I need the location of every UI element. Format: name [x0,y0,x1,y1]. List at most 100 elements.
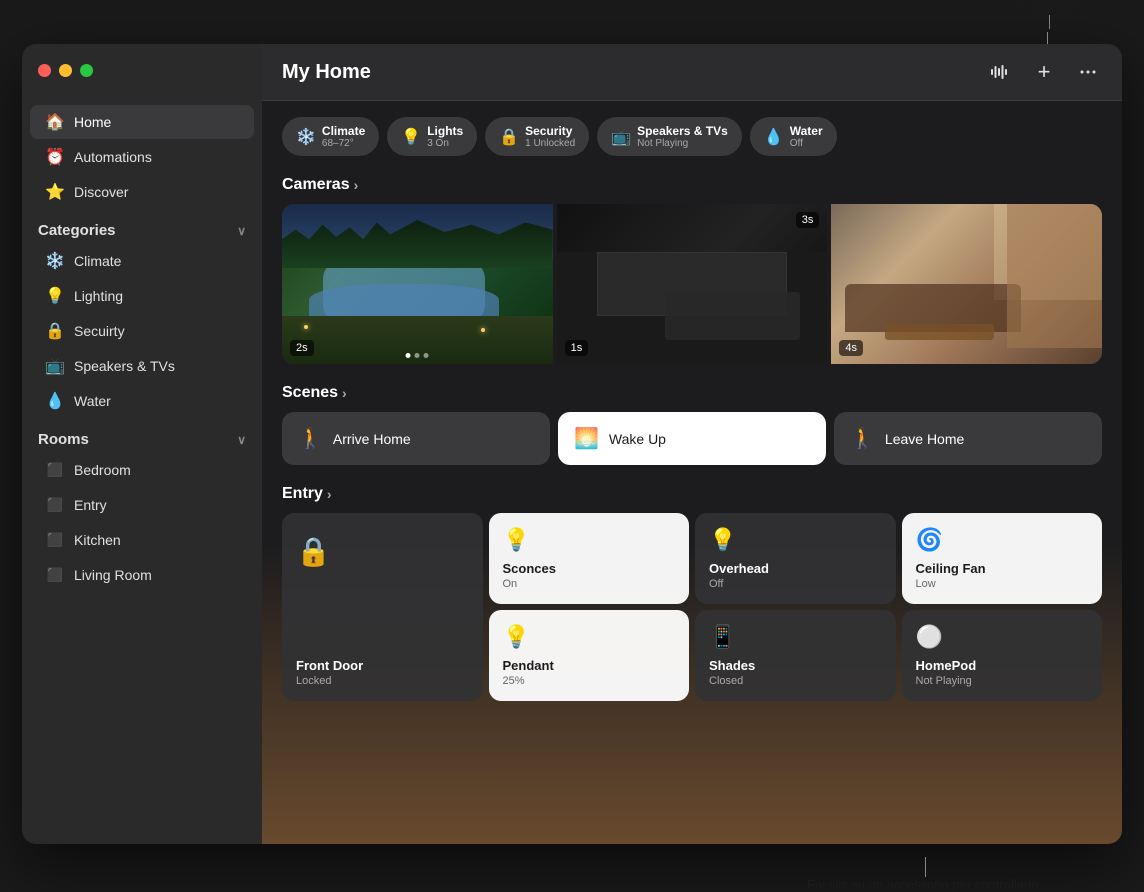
living-room-label: Living Room [74,567,152,583]
security-pill-label: Security [525,124,575,138]
speakers-pill-label: Speakers & TVs [637,124,728,138]
climate-pill-label: Climate [322,124,365,138]
device-shades[interactable]: 📱 Shades Closed [695,610,896,701]
top-callout: Categorie [1017,0,1078,15]
pill-climate[interactable]: ❄️ Climate 68–72° [282,117,379,156]
front-door-status: Locked [296,675,469,687]
cameras-section-header[interactable]: Cameras › [282,176,1102,194]
overhead-status: Off [709,578,882,590]
discover-label: Discover [74,184,128,200]
sidebar-item-speakers[interactable]: 📺 Speakers & TVs [30,349,254,383]
sidebar-item-home[interactable]: 🏠 Home [30,105,254,139]
camera-1-timestamp: 2s [290,340,314,356]
water-pill-icon: 💧 [764,127,784,147]
scenes-chevron: › [342,385,347,401]
scene-arrive-home[interactable]: 🚶 Arrive Home [282,412,550,465]
homepod-status: Not Playing [916,675,1089,687]
ceiling-fan-name: Ceiling Fan [916,561,1089,576]
camera-3-timestamp: 4s [839,340,863,356]
sidebar-item-entry[interactable]: ⬛ Entry [30,488,254,522]
homepod-icon: ⚪ [916,624,1089,650]
bedroom-label: Bedroom [74,462,131,478]
scenes-section-header[interactable]: Scenes › [282,384,1102,402]
device-front-door[interactable]: 🔒 Front Door Locked [282,513,483,701]
device-ceiling-fan[interactable]: 🌀 Ceiling Fan Low [902,513,1103,604]
discover-icon: ⭐ [46,183,64,201]
ceiling-fan-status: Low [916,578,1089,590]
water-pill-sub: Off [790,138,823,149]
sidebar-item-bedroom[interactable]: ⬛ Bedroom [30,453,254,487]
sidebar: 🏠 Home ⏰ Automations ⭐ Discover Categori… [22,44,262,844]
shades-status: Closed [709,675,882,687]
entry-label: Entry [74,497,107,513]
device-overhead[interactable]: 💡 Overhead Off [695,513,896,604]
top-callout-line [1047,32,1048,44]
waveform-button[interactable] [986,58,1014,86]
entry-grid: 🔒 Front Door Locked 💡 Sconces On [282,513,1102,701]
shades-name: Shades [709,658,882,673]
rooms-section-header[interactable]: Rooms ∨ [22,419,262,452]
categories-chevron: ∨ [237,224,246,238]
security-icon: 🔒 [46,322,64,340]
waveform-icon [990,62,1010,82]
pill-security[interactable]: 🔒 Security 1 Unlocked [485,117,589,156]
pendant-status: 25% [503,675,676,687]
categories-label: Categories [38,222,116,239]
sconces-icon: 💡 [503,527,676,553]
device-sconces[interactable]: 💡 Sconces On [489,513,690,604]
sidebar-item-water[interactable]: 💧 Water [30,384,254,418]
scenes-row: 🚶 Arrive Home 🌅 Wake Up 🚶 Leave Home [282,412,1102,465]
cameras-grid: 2s [282,204,1102,364]
device-homepod[interactable]: ⚪ HomePod Not Playing [902,610,1103,701]
pill-speakers[interactable]: 📺 Speakers & TVs Not Playing [597,117,742,156]
sidebar-item-living-room[interactable]: ⬛ Living Room [30,558,254,592]
speakers-pill-sub: Not Playing [637,138,728,149]
sconces-status: On [503,578,676,590]
camera-3[interactable]: 4s [831,204,1102,364]
arrive-home-label: Arrive Home [333,431,411,447]
entry-section-header[interactable]: Entry › [282,485,1102,503]
pill-water[interactable]: 💧 Water Off [750,117,837,156]
climate-icon: ❄️ [46,252,64,270]
minimize-button[interactable] [59,64,72,77]
bedroom-icon: ⬛ [46,461,64,479]
overhead-name: Overhead [709,561,882,576]
scene-leave-home[interactable]: 🚶 Leave Home [834,412,1102,465]
climate-pill-icon: ❄️ [296,127,316,147]
pendant-name: Pendant [503,658,676,673]
speakers-pill-icon: 📺 [611,127,631,147]
main-scroll[interactable]: ❄️ Climate 68–72° 💡 Lights 3 On [262,101,1122,844]
overhead-icon: 💡 [709,527,882,553]
add-button[interactable]: + [1030,58,1058,86]
security-pill-sub: 1 Unlocked [525,138,575,149]
sidebar-item-automations[interactable]: ⏰ Automations [30,140,254,174]
page-title: My Home [282,61,371,84]
pill-lights[interactable]: 💡 Lights 3 On [387,117,477,156]
scenes-label: Scenes [282,384,338,402]
lights-pill-icon: 💡 [401,127,421,147]
sidebar-item-lighting[interactable]: 💡 Lighting [30,279,254,313]
sidebar-item-kitchen[interactable]: ⬛ Kitchen [30,523,254,557]
entry-icon: ⬛ [46,496,64,514]
more-button[interactable] [1074,58,1102,86]
scene-wake-up[interactable]: 🌅 Wake Up [558,412,826,465]
categories-section-header[interactable]: Categories ∨ [22,210,262,243]
security-label: Secuirty [74,323,125,339]
camera-1[interactable]: 2s [282,204,553,364]
living-room-icon: ⬛ [46,566,64,584]
close-button[interactable] [38,64,51,77]
sidebar-nav: 🏠 Home ⏰ Automations ⭐ Discover Categori… [22,96,262,844]
kitchen-label: Kitchen [74,532,121,548]
camera-2[interactable]: 1s 3s [557,204,828,364]
sidebar-item-climate[interactable]: ❄️ Climate [30,244,254,278]
speakers-icon: 📺 [46,357,64,375]
wake-up-label: Wake Up [609,431,666,447]
device-pendant[interactable]: 💡 Pendant 25% [489,610,690,701]
sidebar-item-discover[interactable]: ⭐ Discover [30,175,254,209]
sidebar-item-security[interactable]: 🔒 Secuirty [30,314,254,348]
speakers-label: Speakers & TVs [74,358,175,374]
automations-icon: ⏰ [46,148,64,166]
wake-up-icon: 🌅 [574,426,599,451]
maximize-button[interactable] [80,64,93,77]
security-pill-icon: 🔒 [499,127,519,147]
